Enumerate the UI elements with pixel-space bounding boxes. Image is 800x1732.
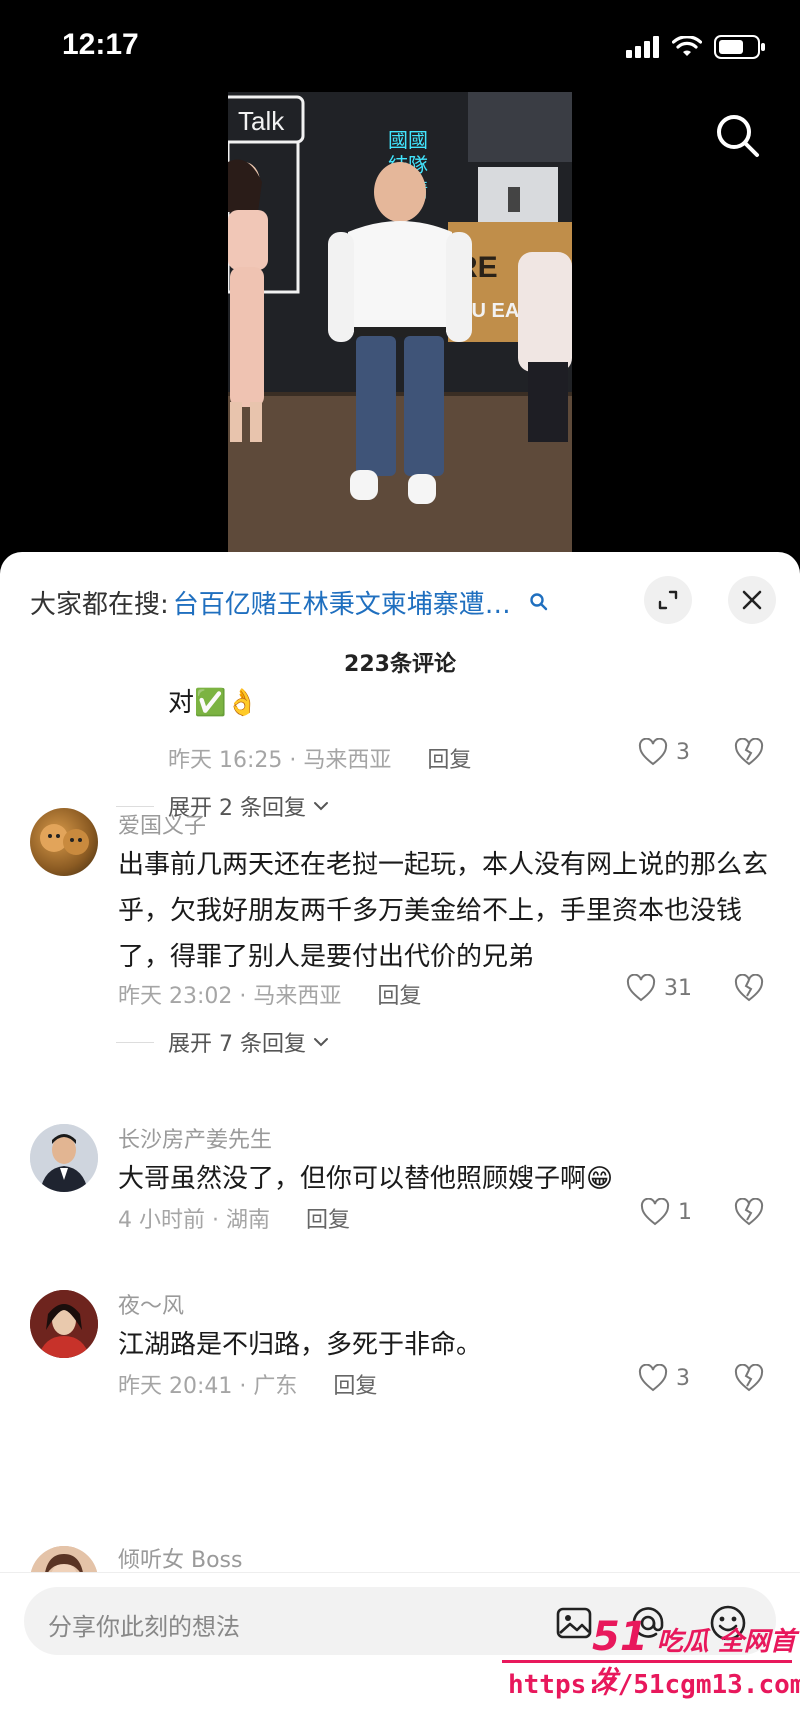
- watermark-brand-num: 51: [592, 1614, 648, 1660]
- comment-username[interactable]: 爱国义子: [118, 808, 206, 840]
- chevron-down-icon: [313, 802, 328, 811]
- cellular-signal-icon: [626, 36, 659, 58]
- heart-icon: [638, 1364, 668, 1392]
- comment-text: 出事前几两天还在老挝一起玩，本人没有网上说的那么玄乎，欠我好朋友两千多万美金给不…: [118, 850, 769, 972]
- reply-button[interactable]: 回复: [427, 742, 471, 774]
- wifi-icon: [672, 36, 702, 56]
- dislike-button[interactable]: [734, 1363, 764, 1396]
- comment-meta: 昨天 23:02 · 马来西亚 回复: [118, 978, 421, 1010]
- video-frame[interactable]: Talk 國國 結隊 精 RE OU EA: [228, 92, 572, 552]
- like-count: 31: [664, 975, 692, 1001]
- comment-text: 大哥虽然没了，但你可以替他照顾嫂子啊😁: [118, 1164, 614, 1194]
- hot-search-bar[interactable]: 大家都在搜: 台百亿赌王林秉文柬埔寨遭…: [30, 582, 549, 622]
- close-button[interactable]: [728, 576, 776, 624]
- comment-username[interactable]: 夜～风: [118, 1288, 184, 1320]
- expand-replies[interactable]: 展开 7 条回复: [116, 1026, 330, 1058]
- comment-time-location: 昨天 20:41 · 广东: [118, 1374, 298, 1399]
- comment-username[interactable]: 倾听女 Boss: [118, 1542, 242, 1574]
- status-bar: 12:17: [0, 0, 800, 92]
- comment-time-location: 昨天 16:25 · 马来西亚: [168, 748, 392, 773]
- status-time: 12:17: [62, 28, 139, 61]
- broken-heart-icon: [734, 973, 764, 1002]
- like-button[interactable]: 1: [640, 1198, 692, 1226]
- like-count: 3: [676, 1365, 690, 1391]
- expand-button[interactable]: [644, 576, 692, 624]
- comment-input-placeholder: 分享你此刻的想法: [48, 1613, 240, 1641]
- status-icons: [626, 34, 766, 60]
- scene-neon: 國國: [388, 128, 428, 152]
- battery-icon: [714, 35, 765, 59]
- avatar[interactable]: [30, 1290, 98, 1358]
- comment-meta: 昨天 20:41 · 广东 回复: [118, 1368, 377, 1400]
- close-icon: [742, 590, 762, 610]
- comment-meta: 昨天 16:25 · 马来西亚 回复: [168, 742, 471, 774]
- comment-time-location: 昨天 23:02 · 马来西亚: [118, 984, 342, 1009]
- heart-icon: [640, 1198, 670, 1226]
- reply-button[interactable]: 回复: [377, 978, 421, 1010]
- scene-sign-talk: Talk: [238, 106, 285, 136]
- reply-button[interactable]: 回复: [333, 1368, 377, 1400]
- hot-search-label: 大家都在搜:: [30, 589, 169, 620]
- like-button[interactable]: 3: [638, 738, 690, 766]
- broken-heart-icon: [734, 1197, 764, 1226]
- comment-text: 对✅👌: [168, 688, 259, 718]
- avatar[interactable]: [30, 808, 98, 876]
- broken-heart-icon: [734, 737, 764, 766]
- like-button[interactable]: 31: [626, 974, 692, 1002]
- dislike-button[interactable]: [734, 737, 764, 770]
- comment-meta: 4 小时前 · 湖南 回复: [118, 1202, 350, 1234]
- dislike-button[interactable]: [734, 973, 764, 1006]
- like-count: 3: [676, 739, 690, 765]
- avatar[interactable]: [30, 1124, 98, 1192]
- like-button[interactable]: 3: [638, 1364, 690, 1392]
- hot-search-query[interactable]: 台百亿赌王林秉文柬埔寨遭…: [173, 584, 511, 621]
- comment-username[interactable]: 长沙房产姜先生: [118, 1122, 272, 1154]
- watermark: 51 吃瓜 全网首发 https://51cgm13.com: [500, 1600, 800, 1731]
- comment-text: 江湖路是不归路，多死于非命。: [118, 1330, 483, 1360]
- reply-button[interactable]: 回复: [306, 1202, 350, 1234]
- video-area[interactable]: Talk 國國 結隊 精 RE OU EA: [0, 92, 800, 552]
- chevron-down-icon: [313, 1038, 328, 1047]
- comment-count: 223条评论: [344, 652, 456, 677]
- like-count: 1: [678, 1199, 692, 1225]
- search-button[interactable]: [714, 112, 762, 160]
- search-icon: [717, 115, 759, 157]
- video-scene: Talk 國國 結隊 精 RE OU EA: [228, 92, 572, 552]
- broken-heart-icon: [734, 1363, 764, 1392]
- heart-icon: [638, 738, 668, 766]
- dislike-button[interactable]: [734, 1197, 764, 1230]
- hot-search-icon[interactable]: [529, 592, 549, 612]
- expand-replies-label: 展开 7 条回复: [168, 1032, 306, 1057]
- comment-sheet: 大家都在搜: 台百亿赌王林秉文柬埔寨遭… 223条评论 对✅👌 昨天 16:25…: [0, 552, 800, 1731]
- comment-time-location: 4 小时前 · 湖南: [118, 1208, 270, 1233]
- heart-icon: [626, 974, 656, 1002]
- expand-icon: [658, 590, 678, 610]
- watermark-url: https://51cgm13.com: [508, 1670, 800, 1700]
